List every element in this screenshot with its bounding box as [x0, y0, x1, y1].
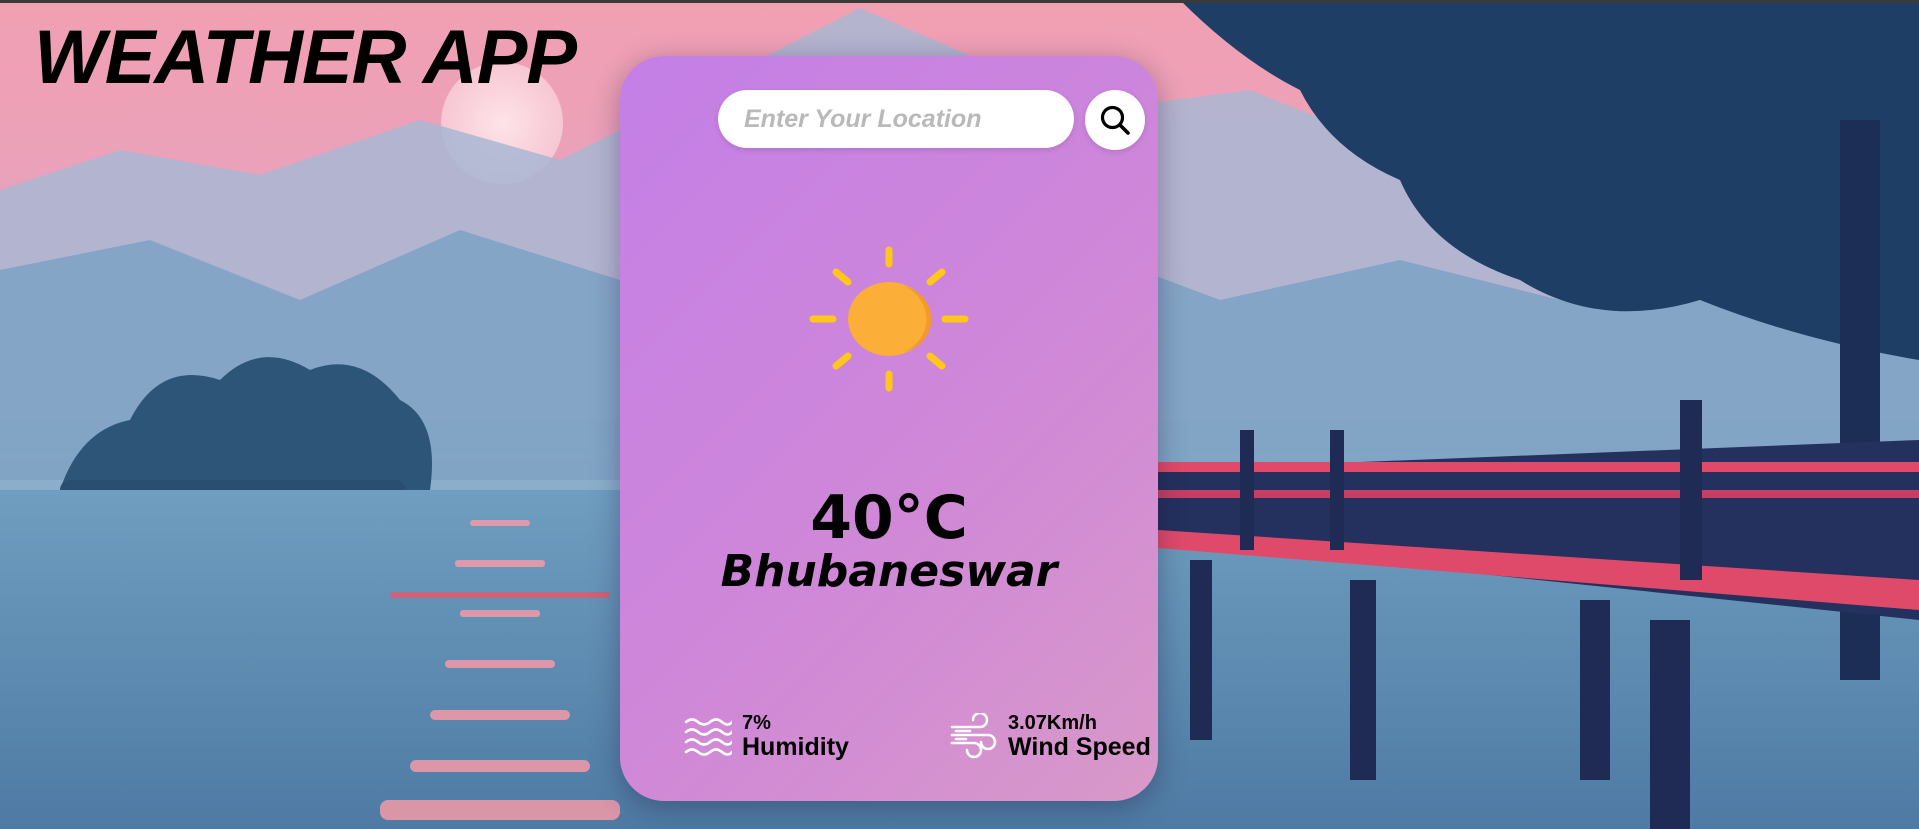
- search-button[interactable]: [1085, 90, 1145, 150]
- weather-card: 40°C Bhubaneswar 7% Humidity: [620, 56, 1158, 801]
- wind-detail: 3.07Km/h Wind Speed: [950, 712, 1151, 762]
- sun-icon: [809, 246, 969, 392]
- app-title: WEATHER APP: [34, 15, 577, 100]
- city-name: Bhubaneswar: [720, 546, 1058, 597]
- humidity-detail: 7% Humidity: [684, 712, 849, 762]
- wind-icon: [950, 712, 997, 759]
- temperature-value: 40°C: [810, 483, 968, 553]
- search-icon: [1100, 105, 1130, 135]
- humidity-label: Humidity: [742, 733, 849, 761]
- wind-speed-value: 3.07Km/h: [1008, 712, 1097, 734]
- humidity-value: 7%: [742, 712, 771, 734]
- weather-app-page: WEATHER APP 40°C Bhubaneswa: [0, 0, 1919, 829]
- humidity-waves-icon: [684, 717, 732, 756]
- wind-speed-label: Wind Speed: [1008, 733, 1151, 761]
- top-border: [0, 0, 1919, 3]
- location-search-input[interactable]: [718, 90, 1074, 148]
